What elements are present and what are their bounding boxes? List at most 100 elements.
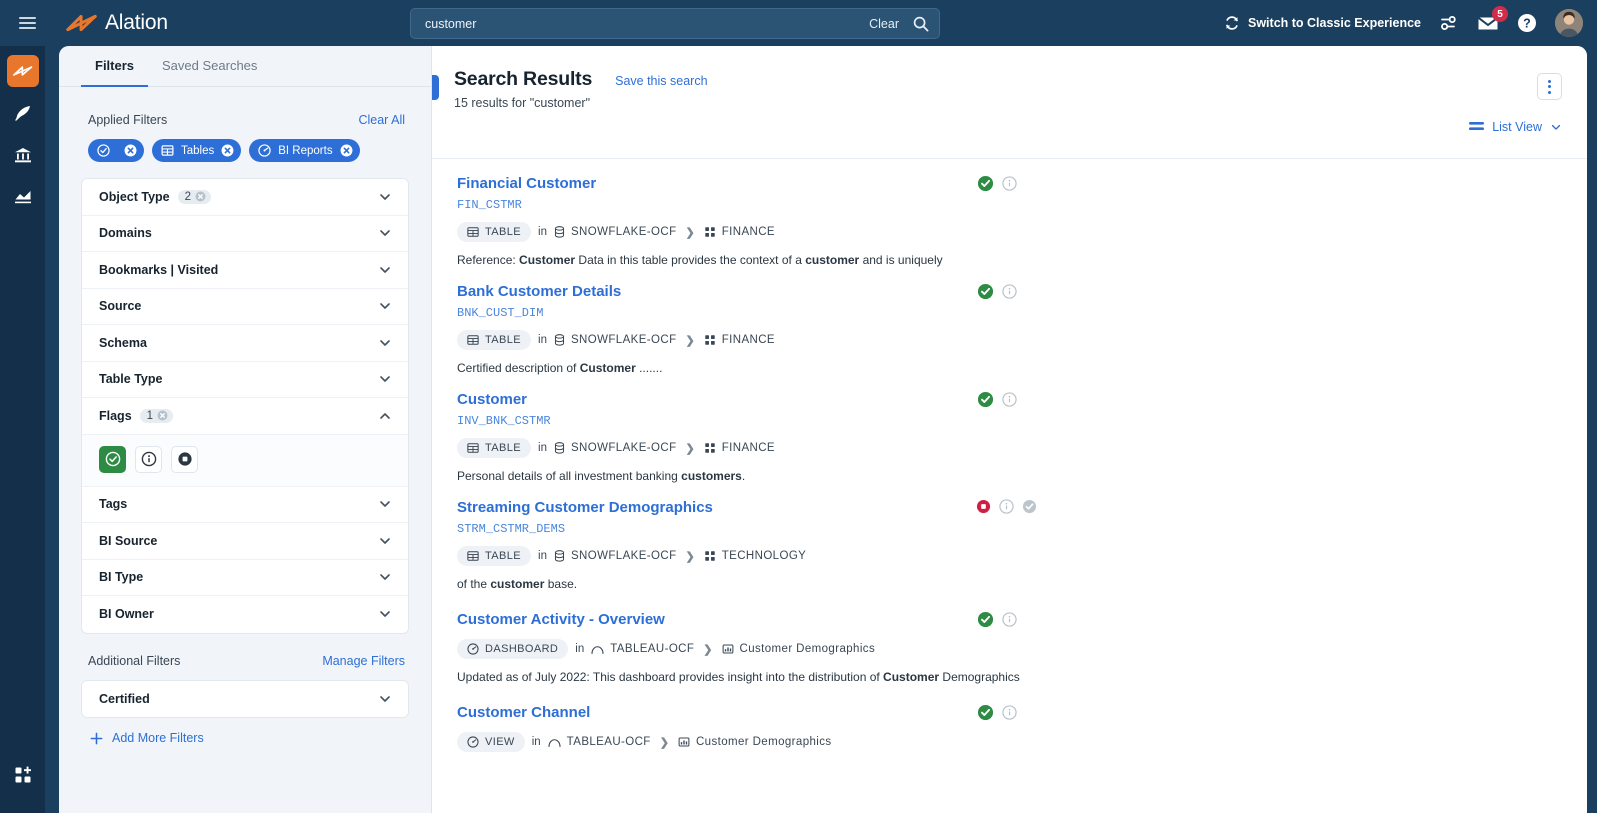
chevron-down-icon[interactable] <box>378 372 392 386</box>
result-source[interactable]: SNOWFLAKE-OCF <box>554 550 677 562</box>
result-container[interactable]: FINANCE <box>704 226 775 238</box>
flag-endorsed-icon[interactable] <box>977 391 994 408</box>
manage-filters-button[interactable]: Manage Filters <box>322 654 405 668</box>
chip-remove-icon[interactable] <box>340 144 353 157</box>
flag-warning-icon[interactable] <box>1002 612 1017 627</box>
add-more-filters-button[interactable]: Add More Filters <box>59 718 431 745</box>
result-source[interactable]: TABLEAU-OCF <box>548 736 651 748</box>
filter-row-bi-type[interactable]: BI Type <box>82 560 408 596</box>
result-container[interactable]: TECHNOLOGY <box>704 550 807 562</box>
chevron-down-icon[interactable] <box>378 299 392 313</box>
chip-remove-icon[interactable] <box>221 144 234 157</box>
rail-item-catalog[interactable] <box>6 55 39 87</box>
rail-item-governance[interactable] <box>7 139 39 171</box>
flag-option-warning[interactable] <box>135 445 162 473</box>
result-key-link[interactable]: STRM_CSTMR_DEMS <box>457 522 1562 536</box>
result-title-link[interactable]: Customer Activity - Overview <box>457 611 665 628</box>
search-icon[interactable] <box>913 16 929 32</box>
filter-row-bookmarks-visited[interactable]: Bookmarks | Visited <box>82 252 408 289</box>
clear-filter-icon[interactable] <box>157 410 168 421</box>
brand-logo[interactable]: Alation <box>66 11 168 35</box>
chevron-down-icon[interactable] <box>378 497 392 511</box>
chip-endorsed[interactable] <box>88 139 144 162</box>
result-source[interactable]: TABLEAU-OCF <box>591 643 694 655</box>
chevron-down-icon[interactable] <box>378 534 392 548</box>
user-avatar[interactable] <box>1555 9 1583 37</box>
result-source[interactable]: SNOWFLAKE-OCF <box>554 334 677 346</box>
help-button[interactable]: ? <box>1517 13 1537 33</box>
filter-row-schema[interactable]: Schema <box>82 325 408 362</box>
filter-count-pill[interactable]: 2 <box>177 189 212 204</box>
result-container[interactable]: FINANCE <box>704 334 775 346</box>
flag-warning-icon[interactable] <box>1002 176 1017 191</box>
flag-warning-icon[interactable] <box>1002 284 1017 299</box>
result-title-link[interactable]: Financial Customer <box>457 175 596 192</box>
rail-item-compose[interactable] <box>7 97 39 129</box>
chevron-down-icon[interactable] <box>378 263 392 277</box>
result-source[interactable]: SNOWFLAKE-OCF <box>554 442 677 454</box>
flag-warning-icon[interactable] <box>999 499 1014 514</box>
filter-row-bi-source[interactable]: BI Source <box>82 523 408 560</box>
filter-row-source[interactable]: Source <box>82 289 408 325</box>
result-in-label: in <box>538 442 547 454</box>
result-title-link[interactable]: Bank Customer Details <box>457 283 621 300</box>
save-this-search-button[interactable]: Save this search <box>615 74 707 88</box>
chip-tables[interactable]: Tables <box>152 139 242 162</box>
filter-row-flags[interactable]: Flags 1 <box>82 398 408 435</box>
filter-row-certified[interactable]: Certified <box>82 681 408 718</box>
flag-endorsed-icon[interactable] <box>977 175 994 192</box>
clear-search-button[interactable]: Clear <box>869 17 899 31</box>
result-title-link[interactable]: Customer Channel <box>457 704 590 721</box>
view-mode-selector[interactable]: List View <box>1469 120 1562 134</box>
flag-endorsed-icon[interactable] <box>977 704 994 721</box>
result-source[interactable]: SNOWFLAKE-OCF <box>554 226 677 238</box>
filter-row-domains[interactable]: Domains <box>82 216 408 252</box>
chevron-up-icon[interactable] <box>378 409 392 423</box>
clear-filter-icon[interactable] <box>195 191 206 202</box>
global-search-box[interactable]: Clear <box>410 8 940 39</box>
result-container[interactable]: FINANCE <box>704 442 775 454</box>
flag-option-endorsed[interactable] <box>99 445 126 473</box>
chevron-down-icon[interactable] <box>378 226 392 240</box>
chevron-down-icon[interactable] <box>378 692 392 706</box>
rail-item-apps[interactable] <box>0 765 45 785</box>
chevron-down-icon[interactable] <box>378 607 392 621</box>
chevron-down-icon[interactable] <box>378 190 392 204</box>
chevron-down-icon[interactable] <box>378 570 392 584</box>
result-container[interactable]: Customer Demographics <box>722 643 876 655</box>
desc-pre: Certified description of <box>457 361 580 375</box>
collapse-filters-button[interactable] <box>432 75 439 100</box>
search-input[interactable] <box>425 16 870 31</box>
filter-row-table-type[interactable]: Table Type <box>82 362 408 398</box>
result-title-link[interactable]: Streaming Customer Demographics <box>457 499 713 516</box>
settings-sliders-button[interactable] <box>1439 13 1459 33</box>
flag-endorsed-icon[interactable] <box>977 283 994 300</box>
flag-endorsed-icon[interactable] <box>1022 499 1037 514</box>
flag-deprecated-icon[interactable] <box>976 499 991 514</box>
flag-option-deprecated[interactable] <box>171 445 198 473</box>
filter-row-bi-owner[interactable]: BI Owner <box>82 596 408 633</box>
tab-saved-searches[interactable]: Saved Searches <box>148 46 271 87</box>
result-key-link[interactable]: FIN_CSTMR <box>457 198 1562 212</box>
result-key-link[interactable]: INV_BNK_CSTMR <box>457 414 1562 428</box>
chevron-down-icon[interactable] <box>378 336 392 350</box>
filter-count-pill[interactable]: 1 <box>139 408 174 423</box>
chip-bi-reports[interactable]: BI Reports <box>249 139 360 162</box>
tab-filters[interactable]: Filters <box>81 46 149 87</box>
flag-warning-icon[interactable] <box>1002 392 1017 407</box>
result-key-link[interactable]: BNK_CUST_DIM <box>457 306 1562 320</box>
chip-remove-icon[interactable] <box>124 144 137 157</box>
filter-row-tags[interactable]: Tags <box>82 487 408 523</box>
result-title-link[interactable]: Customer <box>457 391 527 408</box>
more-options-button[interactable] <box>1537 73 1562 100</box>
result-source-label: TABLEAU-OCF <box>610 643 695 655</box>
clear-all-button[interactable]: Clear All <box>358 113 405 127</box>
switch-to-classic-button[interactable]: Switch to Classic Experience <box>1224 15 1421 31</box>
filter-row-object-type[interactable]: Object Type 2 <box>82 179 408 216</box>
flag-endorsed-icon[interactable] <box>977 611 994 628</box>
flag-warning-icon[interactable] <box>1002 705 1017 720</box>
inbox-button[interactable]: 5 <box>1477 6 1508 32</box>
result-container[interactable]: Customer Demographics <box>678 736 832 748</box>
hamburger-menu-icon[interactable] <box>4 17 50 29</box>
rail-item-analytics[interactable] <box>7 181 39 213</box>
